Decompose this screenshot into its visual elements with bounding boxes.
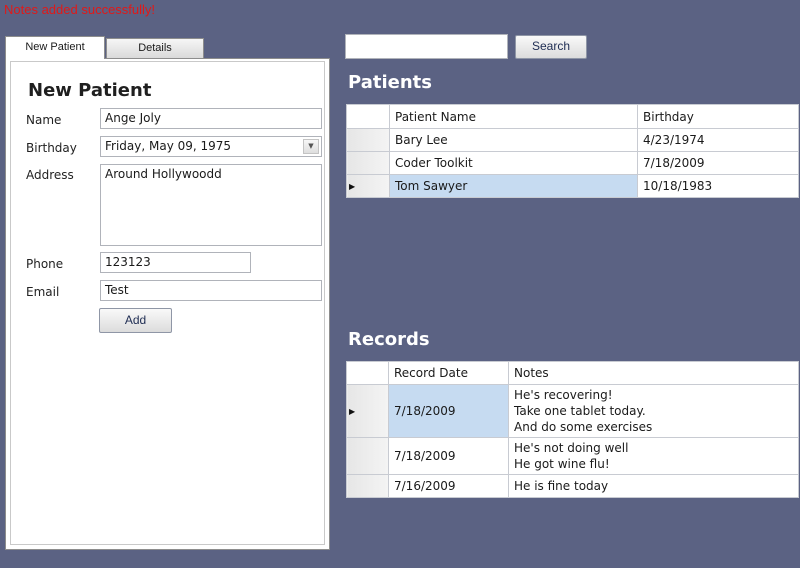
patient-name-cell[interactable]: Coder Toolkit — [389, 151, 638, 175]
table-row[interactable]: 7/16/2009 He is fine today — [346, 474, 799, 498]
record-notes-cell[interactable]: He is fine today — [508, 474, 799, 498]
table-row[interactable]: Coder Toolkit 7/18/2009 — [346, 151, 799, 175]
table-row[interactable]: 7/18/2009 He's not doing well He got win… — [346, 437, 799, 475]
patient-birthday-cell[interactable]: 4/23/1974 — [637, 128, 799, 152]
note-line: He's not doing well — [514, 441, 629, 455]
record-notes-cell[interactable]: He's not doing well He got wine flu! — [508, 437, 799, 475]
row-header-corner — [346, 104, 390, 129]
row-header[interactable] — [346, 437, 389, 475]
row-header[interactable] — [346, 151, 390, 175]
search-button[interactable]: Search — [515, 35, 587, 59]
patients-header-row: Patient Name Birthday — [346, 104, 799, 129]
patient-birthday-cell[interactable]: 7/18/2009 — [637, 151, 799, 175]
note-line: He is fine today — [514, 479, 609, 493]
record-date-cell[interactable]: 7/18/2009 — [388, 437, 509, 475]
address-label: Address — [26, 168, 74, 182]
status-message: Notes added successfully! — [4, 2, 156, 17]
table-row[interactable]: ▶ 7/18/2009 He's recovering! Take one ta… — [346, 384, 799, 438]
note-line: He got wine flu! — [514, 457, 610, 471]
new-patient-form: New Patient Name Ange Joly Birthday Frid… — [10, 61, 325, 545]
table-row[interactable]: Bary Lee 4/23/1974 — [346, 128, 799, 152]
phone-field[interactable]: 123123 — [100, 252, 251, 273]
row-header[interactable] — [346, 128, 390, 152]
address-field[interactable]: Around Hollywoodd — [100, 164, 322, 246]
row-header[interactable] — [346, 474, 389, 498]
search-input[interactable] — [345, 34, 508, 59]
birthday-value: Friday, May 09, 1975 — [105, 139, 232, 153]
column-header-birthday[interactable]: Birthday — [637, 104, 799, 129]
current-row-arrow-icon: ▶ — [349, 181, 356, 191]
form-title: New Patient — [28, 80, 152, 101]
record-date-cell[interactable]: 7/16/2009 — [388, 474, 509, 498]
records-grid: Record Date Notes ▶ 7/18/2009 He's recov… — [346, 361, 799, 498]
row-header[interactable]: ▶ — [346, 174, 390, 198]
column-header-record-date[interactable]: Record Date — [388, 361, 509, 385]
column-header-patient-name[interactable]: Patient Name — [389, 104, 638, 129]
record-date-cell[interactable]: 7/18/2009 — [388, 384, 509, 438]
column-header-notes[interactable]: Notes — [508, 361, 799, 385]
new-patient-panel: New Patient Name Ange Joly Birthday Frid… — [5, 58, 330, 550]
current-row-arrow-icon: ▶ — [349, 406, 356, 416]
patient-birthday-cell[interactable]: 10/18/1983 — [637, 174, 799, 198]
patient-name-cell[interactable]: Bary Lee — [389, 128, 638, 152]
chevron-down-icon[interactable]: ▼ — [303, 139, 319, 154]
name-field[interactable]: Ange Joly — [100, 108, 322, 129]
phone-label: Phone — [26, 257, 64, 271]
email-field[interactable]: Test — [100, 280, 322, 301]
note-line: He's recovering! — [514, 388, 613, 402]
email-label: Email — [26, 285, 60, 299]
patients-grid: Patient Name Birthday Bary Lee 4/23/1974… — [346, 104, 799, 198]
name-label: Name — [26, 113, 62, 127]
add-button[interactable]: Add — [99, 308, 172, 333]
birthday-datepicker[interactable]: Friday, May 09, 1975 ▼ — [100, 136, 322, 157]
table-row[interactable]: ▶ Tom Sawyer 10/18/1983 — [346, 174, 799, 198]
birthday-label: Birthday — [26, 141, 77, 155]
record-notes-cell[interactable]: He's recovering! Take one tablet today. … — [508, 384, 799, 438]
tab-new-patient[interactable]: New Patient — [5, 36, 105, 59]
note-line: And do some exercises — [514, 420, 653, 434]
patient-name-cell[interactable]: Tom Sawyer — [389, 174, 638, 198]
records-title: Records — [348, 329, 430, 350]
patients-title: Patients — [348, 72, 432, 93]
records-header-row: Record Date Notes — [346, 361, 799, 385]
row-header-corner — [346, 361, 389, 385]
tab-details[interactable]: Details — [106, 38, 204, 58]
row-header[interactable]: ▶ — [346, 384, 389, 438]
note-line: Take one tablet today. — [514, 404, 646, 418]
